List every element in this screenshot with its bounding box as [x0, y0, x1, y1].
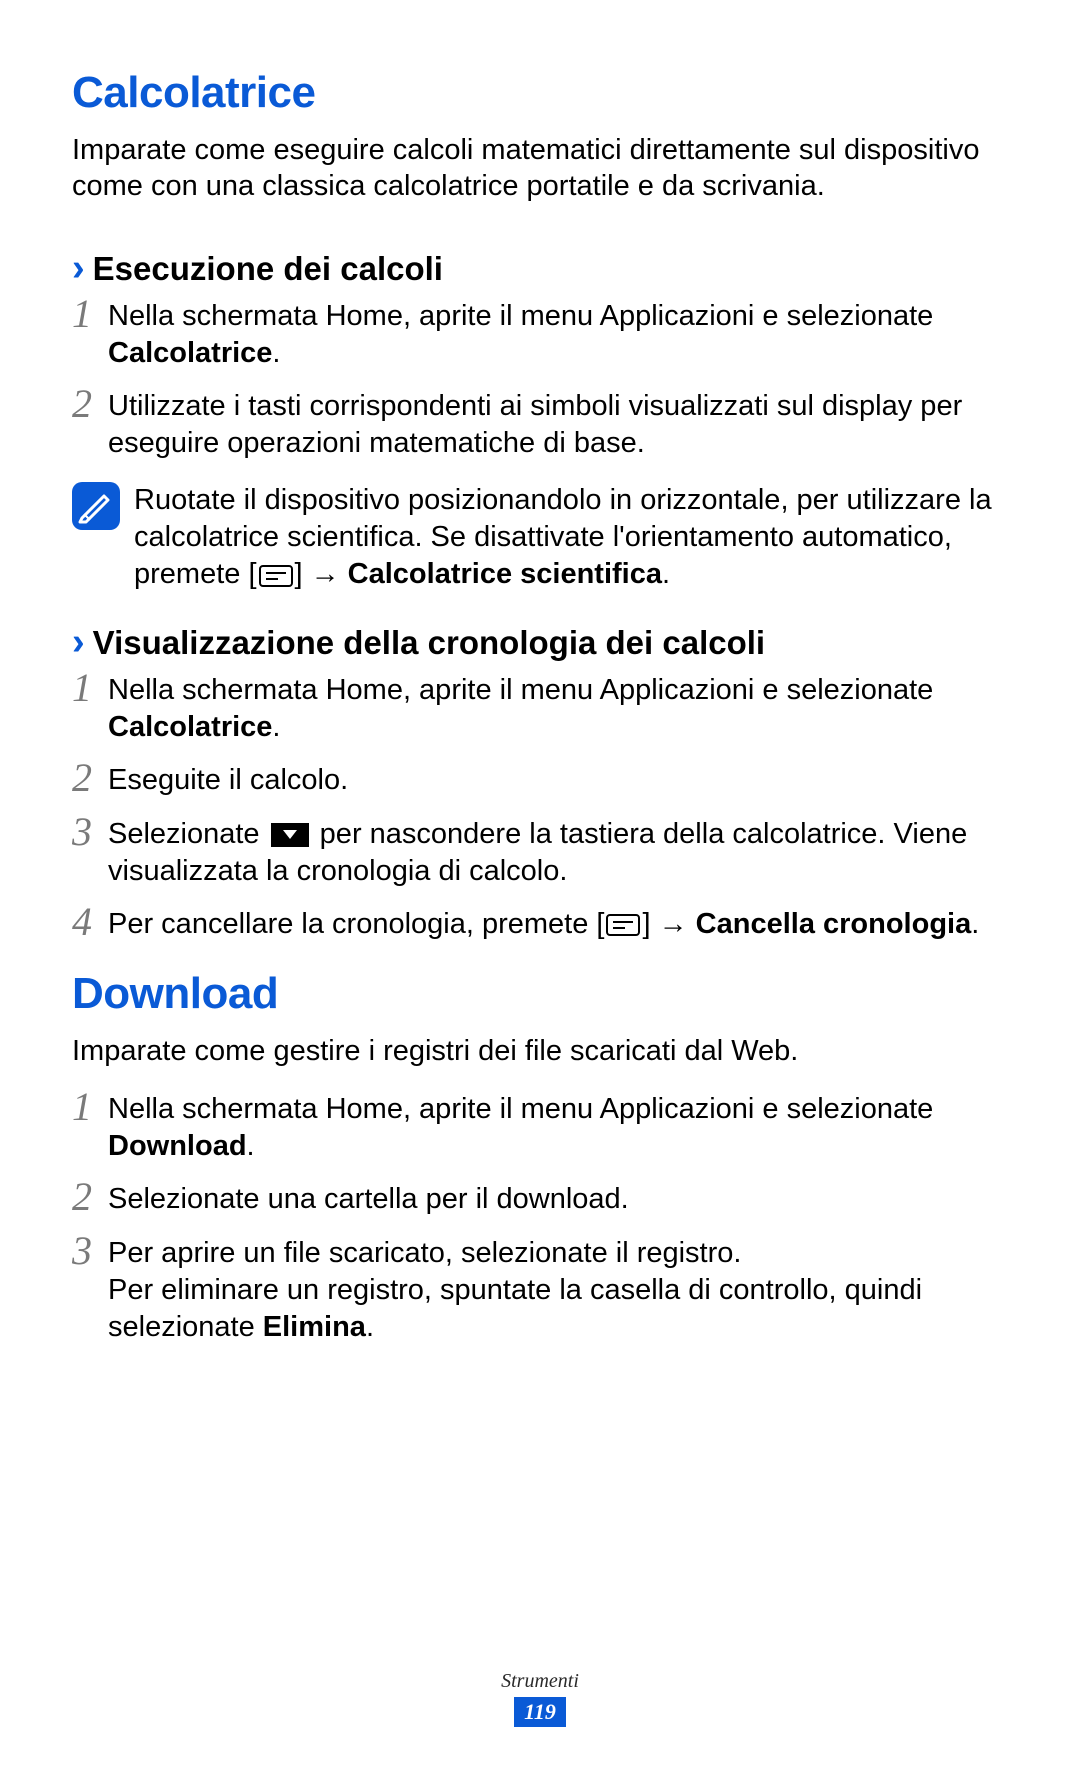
step-number: 3 [72, 1231, 108, 1271]
step-2: 2 Utilizzate i tasti corrispondenti ai s… [72, 386, 1008, 462]
bold-text: Calcolatrice scientifica [348, 558, 662, 590]
footer-chapter: Strumenti [0, 1670, 1080, 1693]
step-text: Utilizzate i tasti corrispondenti ai sim… [108, 386, 1008, 462]
text: . [662, 558, 670, 590]
subheading-cronologia: › Visualizzazione della cronologia dei c… [72, 623, 1008, 662]
menu-icon [259, 565, 293, 587]
text: . [272, 711, 280, 743]
text: Nella schermata Home, aprite il menu App… [108, 300, 933, 332]
note-icon [72, 482, 120, 530]
step-1: 1 Nella schermata Home, aprite il menu A… [72, 670, 1008, 746]
step-text: Eseguite il calcolo. [108, 760, 1008, 799]
text: . [247, 1130, 255, 1162]
text: ] → [642, 908, 695, 940]
heading-download: Download [72, 969, 1008, 1019]
step-text: Nella schermata Home, aprite il menu App… [108, 296, 1008, 372]
note-row: Ruotate il dispositivo posizionandolo in… [72, 482, 1008, 593]
step-2: 2 Eseguite il calcolo. [72, 760, 1008, 799]
bold-text: Calcolatrice [108, 337, 272, 369]
text: . [272, 337, 280, 369]
step-text: Selezionate per nascondere la tastiera d… [108, 814, 1008, 890]
step-number: 1 [72, 1087, 108, 1127]
step-2: 2 Selezionate una cartella per il downlo… [72, 1179, 1008, 1218]
step-text: Selezionate una cartella per il download… [108, 1179, 1008, 1218]
text: Nella schermata Home, aprite il menu App… [108, 1093, 933, 1125]
bold-text: Download [108, 1130, 247, 1162]
step-3: 3 Selezionate per nascondere la tastiera… [72, 814, 1008, 890]
note-text: Ruotate il dispositivo posizionandolo in… [134, 482, 1008, 593]
heading-calcolatrice: Calcolatrice [72, 68, 1008, 118]
intro-download: Imparate come gestire i registri dei fil… [72, 1033, 1008, 1069]
step-3: 3 Per aprire un file scaricato, selezion… [72, 1233, 1008, 1346]
step-1: 1 Nella schermata Home, aprite il menu A… [72, 1089, 1008, 1165]
step-number: 2 [72, 758, 108, 798]
step-text: Nella schermata Home, aprite il menu App… [108, 1089, 1008, 1165]
steps-esecuzione: 1 Nella schermata Home, aprite il menu A… [72, 296, 1008, 462]
intro-calcolatrice: Imparate come eseguire calcoli matematic… [72, 132, 1008, 205]
subheading-text: Visualizzazione della cronologia dei cal… [93, 624, 765, 662]
text: Per cancellare la cronologia, premete [ [108, 908, 604, 940]
step-text: Nella schermata Home, aprite il menu App… [108, 670, 1008, 746]
text: Per eliminare un registro, spuntate la c… [108, 1274, 922, 1343]
bold-text: Elimina [263, 1311, 366, 1343]
text: Selezionate [108, 818, 268, 850]
subheading-esecuzione: › Esecuzione dei calcoli [72, 249, 1008, 288]
menu-icon [606, 914, 640, 936]
steps-download: 1 Nella schermata Home, aprite il menu A… [72, 1089, 1008, 1346]
text: ] → [295, 558, 348, 590]
step-1: 1 Nella schermata Home, aprite il menu A… [72, 296, 1008, 372]
text: Nella schermata Home, aprite il menu App… [108, 674, 933, 706]
text: . [366, 1311, 374, 1343]
chevron-icon: › [72, 249, 85, 287]
text: Per aprire un file scaricato, selezionat… [108, 1237, 741, 1269]
page-footer: Strumenti 119 [0, 1670, 1080, 1727]
step-4: 4 Per cancellare la cronologia, premete … [72, 904, 1008, 943]
step-number: 1 [72, 668, 108, 708]
step-number: 4 [72, 902, 108, 942]
subheading-text: Esecuzione dei calcoli [93, 250, 443, 288]
bold-text: Calcolatrice [108, 711, 272, 743]
dropdown-icon [271, 823, 309, 847]
bold-text: Cancella cronologia [696, 908, 972, 940]
page-number-badge: 119 [514, 1697, 566, 1727]
steps-cronologia: 1 Nella schermata Home, aprite il menu A… [72, 670, 1008, 943]
step-text: Per cancellare la cronologia, premete []… [108, 904, 1008, 943]
step-number: 1 [72, 294, 108, 334]
step-number: 2 [72, 1177, 108, 1217]
step-number: 3 [72, 812, 108, 852]
step-number: 2 [72, 384, 108, 424]
text: . [971, 908, 979, 940]
chevron-icon: › [72, 623, 85, 661]
step-text: Per aprire un file scaricato, selezionat… [108, 1233, 1008, 1346]
